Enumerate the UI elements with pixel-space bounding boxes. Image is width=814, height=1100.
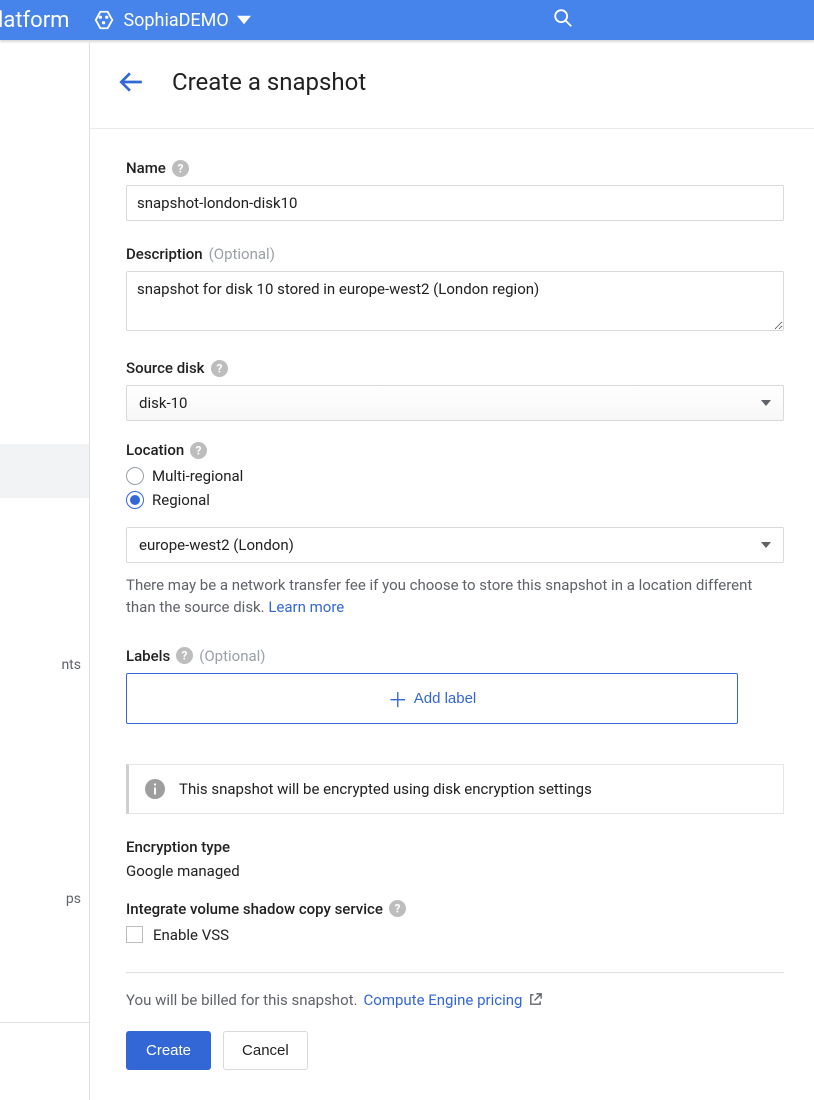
help-icon[interactable]: ? (389, 900, 406, 917)
field-labels: Labels ? (Optional) ＋ Add label (126, 647, 784, 724)
form: Name ? Description (Optional) snapshot f… (90, 129, 784, 1070)
page-header: Create a snapshot (90, 40, 814, 129)
encryption-type-value: Google managed (126, 862, 784, 880)
source-disk-label: Source disk (126, 359, 205, 377)
top-bar: latform SophiaDEMO (0, 0, 814, 40)
hexagon-icon (93, 9, 115, 31)
page-title: Create a snapshot (172, 68, 366, 96)
labels-optional: (Optional) (199, 647, 265, 665)
project-name: SophiaDEMO (123, 10, 228, 31)
add-label-button[interactable]: ＋ Add label (126, 673, 738, 724)
svg-text:?: ? (394, 902, 400, 916)
enable-vss-label: Enable VSS (153, 926, 229, 944)
encryption-banner: This snapshot will be encrypted using di… (126, 764, 784, 814)
region-select[interactable]: europe-west2 (London) (126, 527, 784, 563)
description-input[interactable]: snapshot for disk 10 stored in europe-we… (126, 271, 784, 331)
labels-label: Labels (126, 647, 170, 665)
billing-text: You will be billed for this snapshot. Co… (126, 991, 784, 1009)
chevron-down-icon (761, 400, 771, 406)
description-label: Description (126, 245, 203, 263)
action-buttons: Create Cancel (126, 1031, 784, 1070)
plus-icon: ＋ (388, 684, 408, 713)
radio-icon (126, 467, 144, 485)
info-icon (145, 779, 165, 799)
divider (126, 972, 784, 973)
learn-more-link[interactable]: Learn more (268, 598, 344, 616)
source-disk-select[interactable]: disk-10 (126, 385, 784, 421)
svg-text:?: ? (177, 161, 183, 175)
add-label-text: Add label (414, 690, 477, 707)
field-description: Description (Optional) snapshot for disk… (126, 245, 784, 335)
platform-label: latform (0, 8, 69, 33)
location-label: Location (126, 441, 184, 459)
help-icon[interactable]: ? (211, 360, 228, 377)
sidebar: nts ps (0, 40, 90, 1100)
field-source-disk: Source disk ? disk-10 (126, 359, 784, 421)
search-icon (552, 7, 574, 29)
back-arrow-icon[interactable] (118, 69, 144, 95)
help-icon[interactable]: ? (190, 442, 207, 459)
field-name: Name ? (126, 159, 784, 221)
main-content: Create a snapshot Name ? Description (Op… (90, 40, 814, 1100)
radio-regional-label: Regional (152, 491, 210, 509)
chevron-down-icon (237, 13, 251, 27)
encryption-type-title: Encryption type (126, 838, 784, 856)
enable-vss-checkbox[interactable]: Enable VSS (126, 926, 784, 944)
create-button[interactable]: Create (126, 1031, 211, 1070)
radio-multiregional[interactable]: Multi-regional (126, 467, 784, 485)
encryption-block: Encryption type Google managed (126, 838, 784, 880)
region-value: europe-west2 (London) (139, 536, 294, 554)
field-location: Location ? Multi-regional Regional europ… (126, 441, 784, 619)
cancel-button[interactable]: Cancel (223, 1031, 308, 1070)
chevron-down-icon (761, 542, 771, 548)
svg-text:?: ? (182, 649, 188, 663)
svg-text:?: ? (216, 361, 222, 375)
help-icon[interactable]: ? (176, 647, 193, 664)
pricing-link[interactable]: Compute Engine pricing (364, 991, 523, 1009)
radio-regional[interactable]: Regional (126, 491, 784, 509)
description-optional: (Optional) (209, 245, 275, 263)
search-button[interactable] (552, 7, 814, 33)
vss-title: Integrate volume shadow copy service (126, 900, 383, 918)
name-label: Name (126, 159, 166, 177)
sidebar-item-ps[interactable]: ps (0, 876, 89, 922)
help-icon[interactable]: ? (172, 160, 189, 177)
radio-icon-selected (126, 491, 144, 509)
checkbox-icon (126, 926, 143, 943)
project-selector[interactable]: SophiaDEMO (93, 9, 250, 31)
radio-multiregional-label: Multi-regional (152, 467, 243, 485)
sidebar-item-active[interactable] (0, 444, 89, 498)
name-input[interactable] (126, 185, 784, 221)
vss-block: Integrate volume shadow copy service ? E… (126, 900, 784, 944)
source-disk-value: disk-10 (139, 394, 187, 412)
sidebar-item-nts[interactable]: nts (0, 642, 89, 688)
location-fee-text: There may be a network transfer fee if y… (126, 575, 784, 619)
external-link-icon (528, 992, 543, 1007)
svg-text:?: ? (196, 443, 202, 457)
encryption-banner-text: This snapshot will be encrypted using di… (179, 780, 592, 798)
